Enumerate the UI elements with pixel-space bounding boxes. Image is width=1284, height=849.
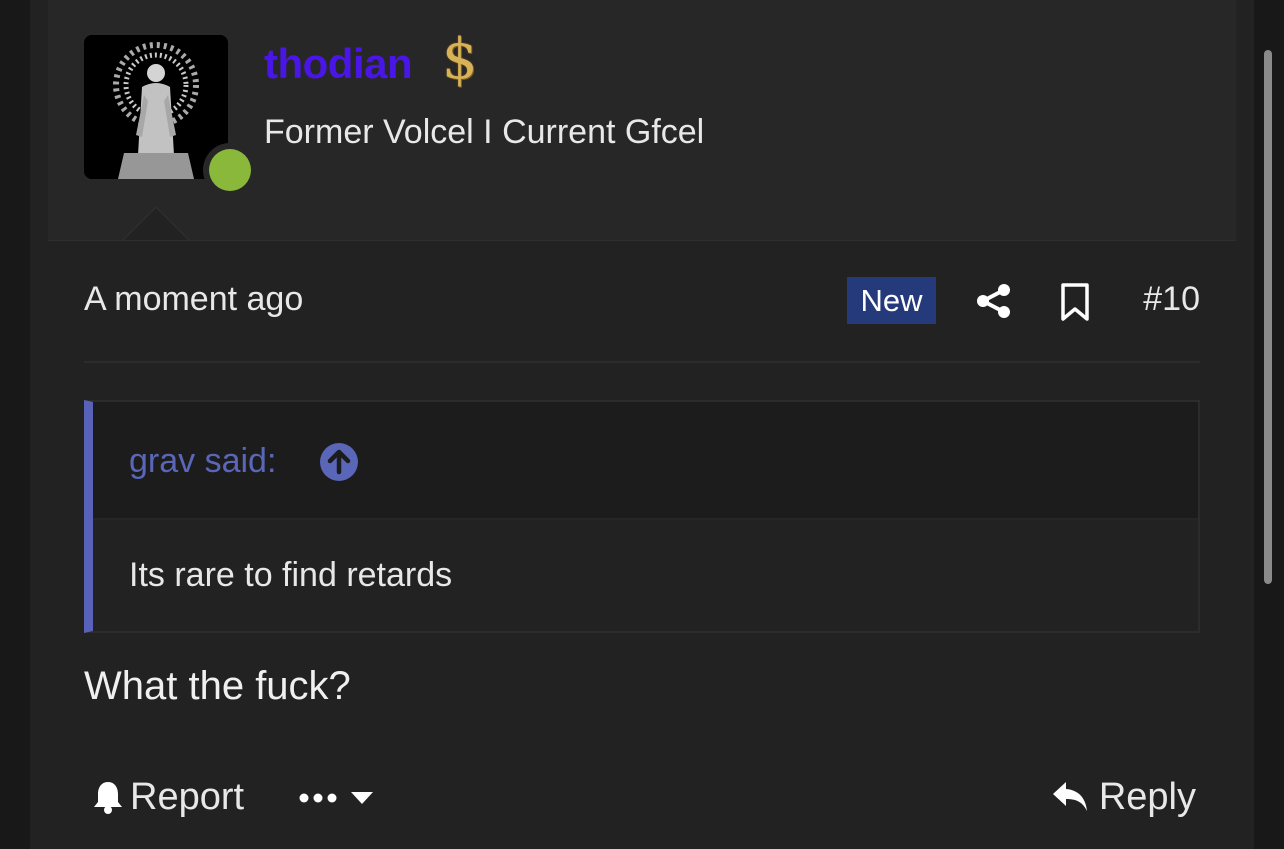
quote-body: Its rare to find retards xyxy=(93,520,1198,631)
post-number[interactable]: #10 xyxy=(1143,280,1200,319)
username[interactable]: thodian xyxy=(264,40,413,88)
post-actions: Report Reply xyxy=(84,768,1200,828)
reply-button[interactable]: Reply xyxy=(1051,772,1196,822)
user-title: Former Volcel I Current Gfcel xyxy=(264,113,705,151)
post-body: What the fuck? xyxy=(84,664,351,708)
caret-down-icon xyxy=(351,792,373,804)
post-meta: A moment ago New #10 xyxy=(84,270,1200,332)
bookmark-icon[interactable] xyxy=(1058,282,1092,322)
quote-text: Its rare to find retards xyxy=(129,556,453,594)
dollar-icon: $ xyxy=(442,27,478,92)
meta-divider xyxy=(84,361,1200,363)
reply-label: Reply xyxy=(1098,775,1196,818)
forum-page: thodian $ Former Volcel I Current Gfcel … xyxy=(0,0,1284,849)
reply-arrow-icon xyxy=(1052,782,1087,811)
arrow-up-circle-icon[interactable] xyxy=(319,442,359,482)
quote-header: grav said: xyxy=(93,402,1198,520)
report-button[interactable]: Report xyxy=(92,772,244,822)
online-status-indicator xyxy=(203,143,257,197)
ellipsis-icon xyxy=(299,793,337,803)
scrollbar-thumb[interactable] xyxy=(1264,50,1272,584)
new-badge: New xyxy=(847,277,936,324)
quote-author[interactable]: grav said: xyxy=(129,442,276,481)
bell-icon xyxy=(94,782,122,814)
header-pointer-inner xyxy=(124,208,188,240)
post-timestamp[interactable]: A moment ago xyxy=(84,280,303,319)
report-label: Report xyxy=(130,775,245,818)
share-icon[interactable] xyxy=(975,282,1013,320)
forum-post: thodian $ Former Volcel I Current Gfcel … xyxy=(30,0,1254,849)
more-options-button[interactable] xyxy=(298,778,374,818)
quote-block: grav said: Its rare to find retards xyxy=(84,400,1200,633)
